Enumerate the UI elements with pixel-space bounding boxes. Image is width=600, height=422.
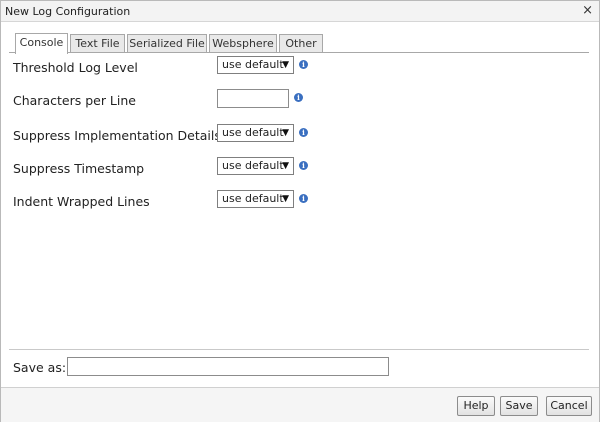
button-bar: Help Save Cancel [1, 387, 599, 422]
divider [9, 349, 589, 350]
info-icon[interactable]: i [294, 93, 303, 102]
suppress-timestamp-row: Suppress Timestamp use default ▼ i [13, 157, 593, 179]
close-icon[interactable]: × [582, 3, 593, 19]
threshold-log-level-select[interactable]: use default ▼ [217, 56, 294, 74]
log-configuration-dialog: New Log Configuration × Console Text Fil… [0, 0, 600, 422]
info-icon[interactable]: i [299, 194, 308, 203]
threshold-log-level-label: Threshold Log Level [13, 60, 138, 75]
tab-websphere[interactable]: Websphere [209, 34, 277, 53]
dropdown-arrow-icon: ▼ [282, 60, 289, 70]
suppress-implementation-details-label: Suppress Implementation Details [13, 128, 221, 143]
help-button[interactable]: Help [457, 396, 495, 416]
info-icon[interactable]: i [299, 60, 308, 69]
threshold-log-level-row: Threshold Log Level use default ▼ i [13, 56, 593, 78]
cancel-button[interactable]: Cancel [546, 396, 592, 416]
characters-per-line-label: Characters per Line [13, 93, 136, 108]
suppress-timestamp-label: Suppress Timestamp [13, 161, 145, 176]
info-icon[interactable]: i [299, 161, 308, 170]
suppress-timestamp-value: use default [222, 159, 284, 172]
tab-other[interactable]: Other [279, 34, 323, 53]
dropdown-arrow-icon: ▼ [282, 194, 289, 204]
indent-wrapped-lines-label: Indent Wrapped Lines [13, 194, 150, 209]
threshold-log-level-value: use default [222, 58, 284, 71]
info-icon[interactable]: i [299, 128, 308, 137]
dialog-title: New Log Configuration [5, 5, 131, 18]
tab-text-file[interactable]: Text File [70, 34, 125, 53]
titlebar: New Log Configuration × [1, 1, 599, 22]
dropdown-arrow-icon: ▼ [282, 161, 289, 171]
save-as-input[interactable] [67, 357, 389, 376]
suppress-implementation-details-row: Suppress Implementation Details use defa… [13, 124, 593, 146]
suppress-timestamp-select[interactable]: use default ▼ [217, 157, 294, 175]
characters-per-line-input[interactable] [217, 89, 289, 108]
tab-divider [9, 52, 589, 53]
save-as-label: Save as: [13, 360, 67, 375]
save-button[interactable]: Save [500, 396, 538, 416]
characters-per-line-row: Characters per Line i [13, 89, 593, 111]
indent-wrapped-lines-value: use default [222, 192, 284, 205]
dropdown-arrow-icon: ▼ [282, 128, 289, 138]
tab-console[interactable]: Console [15, 33, 68, 54]
suppress-implementation-details-select[interactable]: use default ▼ [217, 124, 294, 142]
indent-wrapped-lines-row: Indent Wrapped Lines use default ▼ i [13, 190, 593, 212]
suppress-implementation-details-value: use default [222, 126, 284, 139]
indent-wrapped-lines-select[interactable]: use default ▼ [217, 190, 294, 208]
tab-serialized-file[interactable]: Serialized File [127, 34, 207, 53]
